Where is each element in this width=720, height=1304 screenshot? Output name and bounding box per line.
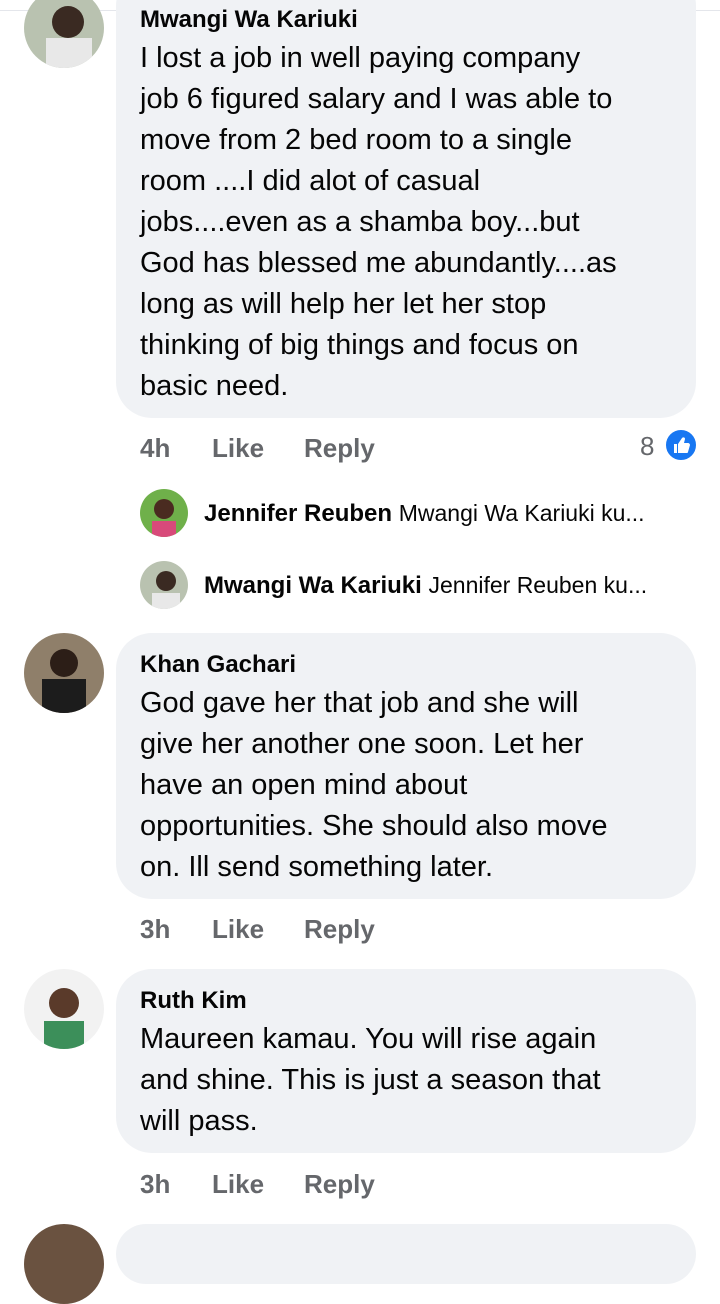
comment-bubble [116, 1224, 696, 1284]
like-reaction-icon [664, 428, 698, 462]
comment-text: I lost a job in well paying company job … [140, 42, 617, 402]
avatar[interactable] [24, 969, 104, 1049]
comment-bubble: Mwangi Wa Kariuki I lost a job in well p… [116, 0, 696, 418]
comment-time[interactable]: 3h [140, 1169, 170, 1200]
reply-preview[interactable]: Jennifer Reuben Mwangi Wa Kariuki ku... [204, 500, 645, 528]
comment-text: God gave her that job and she will give … [140, 687, 608, 883]
comment-time[interactable]: 3h [140, 914, 170, 945]
reply-button[interactable]: Reply [304, 1169, 375, 1200]
reply-button[interactable]: Reply [304, 433, 375, 464]
comment-bubble: Ruth Kim Maureen kamau. You will rise ag… [116, 969, 696, 1153]
avatar[interactable] [24, 0, 104, 68]
avatar[interactable] [140, 489, 188, 537]
like-button[interactable]: Like [212, 914, 264, 945]
comment-time[interactable]: 4h [140, 433, 170, 464]
comment-author[interactable]: Ruth Kim [140, 987, 247, 1015]
like-button[interactable]: Like [212, 433, 264, 464]
reply-preview[interactable]: Mwangi Wa Kariuki Jennifer Reuben ku... [204, 572, 647, 600]
reply-snippet: Jennifer Reuben ku... [428, 572, 648, 598]
avatar[interactable] [140, 561, 188, 609]
reply-author[interactable]: Jennifer Reuben [204, 500, 392, 527]
reply-snippet: Mwangi Wa Kariuki ku... [398, 500, 645, 526]
reaction-count[interactable]: 8 [640, 431, 654, 462]
like-button[interactable]: Like [212, 1169, 264, 1200]
comment-bubble: Khan Gachari God gave her that job and s… [116, 633, 696, 899]
reply-author[interactable]: Mwangi Wa Kariuki [204, 572, 422, 599]
comment-author[interactable]: Khan Gachari [140, 651, 296, 679]
comment-text: Maureen kamau. You will rise again and s… [140, 1023, 601, 1137]
avatar[interactable] [24, 1224, 104, 1304]
reply-button[interactable]: Reply [304, 914, 375, 945]
avatar[interactable] [24, 633, 104, 713]
comment-author[interactable]: Mwangi Wa Kariuki [140, 6, 358, 34]
